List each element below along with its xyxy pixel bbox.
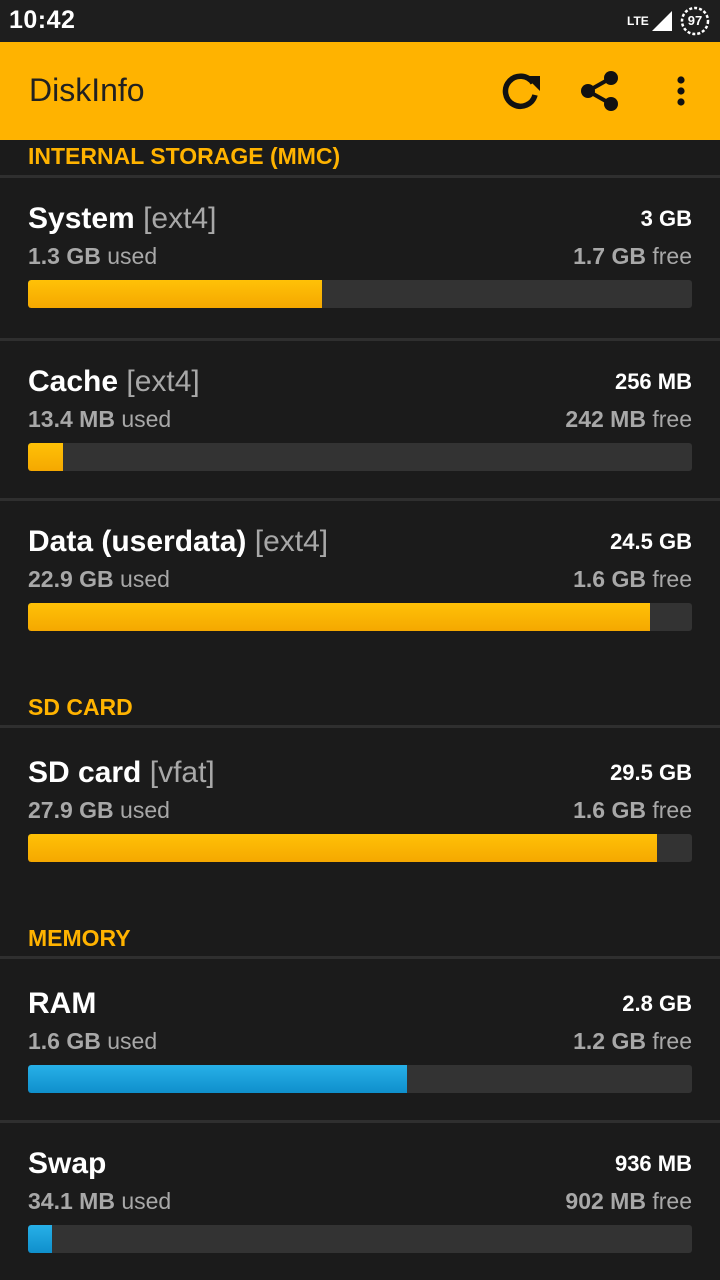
item-used: 1.3 GB used bbox=[28, 243, 158, 269]
item-used: 13.4 MB used bbox=[28, 406, 172, 432]
item-used: 22.9 GB used bbox=[28, 566, 170, 592]
app-title: DiskInfo bbox=[29, 72, 145, 108]
item-name: Swap bbox=[28, 1147, 107, 1180]
status-bar: 10:42 LTE 97 bbox=[0, 0, 720, 42]
item-filesystem: [ext4] bbox=[126, 365, 200, 398]
storage-item-data[interactable]: Data (userdata) [ext4] 24.5 GB 22.9 GB u… bbox=[0, 501, 720, 661]
item-name: Cache [ext4] bbox=[28, 365, 200, 398]
item-free: 902 MB free bbox=[565, 1188, 692, 1214]
usage-bar-fill bbox=[28, 1225, 52, 1253]
status-time: 10:42 bbox=[9, 6, 76, 34]
item-free: 1.7 GB free bbox=[573, 243, 692, 269]
item-name: SD card [vfat] bbox=[28, 756, 215, 789]
app-bar: DiskInfo bbox=[0, 42, 720, 140]
item-free: 1.6 GB free bbox=[573, 797, 692, 823]
overflow-menu-icon[interactable] bbox=[657, 67, 705, 115]
memory-item-swap[interactable]: Swap 936 MB 34.1 MB used 902 MB free bbox=[0, 1123, 720, 1280]
item-total-size: 256 MB bbox=[614, 369, 692, 394]
item-filesystem: [ext4] bbox=[143, 202, 217, 235]
usage-bar bbox=[28, 834, 692, 862]
item-used: 34.1 MB used bbox=[28, 1188, 172, 1214]
network-type-label: LTE bbox=[627, 14, 649, 28]
usage-bar bbox=[28, 1065, 692, 1093]
item-total-size: 936 MB bbox=[614, 1151, 692, 1176]
storage-item-system[interactable]: System [ext4] 3 GB 1.3 GB used 1.7 GB fr… bbox=[0, 178, 720, 338]
item-name: Data (userdata) [ext4] bbox=[28, 525, 329, 558]
item-name: System [ext4] bbox=[28, 202, 217, 235]
divider bbox=[0, 956, 720, 959]
share-icon[interactable] bbox=[576, 67, 624, 115]
usage-bar-fill bbox=[28, 443, 63, 471]
usage-bar-fill bbox=[28, 834, 657, 862]
usage-bar bbox=[28, 443, 692, 471]
section-title: INTERNAL STORAGE (MMC) bbox=[28, 143, 341, 169]
item-total-size: 24.5 GB bbox=[610, 529, 692, 554]
storage-item-sd-card[interactable]: SD card [vfat] 29.5 GB 27.9 GB used 1.6 … bbox=[0, 732, 720, 892]
usage-bar-fill bbox=[28, 280, 323, 308]
item-used: 27.9 GB used bbox=[28, 797, 170, 823]
usage-bar bbox=[28, 1225, 692, 1253]
item-filesystem: [ext4] bbox=[254, 525, 329, 558]
usage-bar bbox=[28, 603, 692, 631]
item-free: 1.6 GB free bbox=[573, 566, 692, 592]
refresh-icon[interactable] bbox=[496, 67, 544, 115]
usage-bar bbox=[28, 280, 692, 308]
item-used: 1.6 GB used bbox=[28, 1028, 158, 1054]
divider bbox=[0, 725, 720, 728]
memory-item-ram[interactable]: RAM 2.8 GB 1.6 GB used 1.2 GB free bbox=[0, 963, 720, 1123]
item-total-size: 2.8 GB bbox=[622, 991, 692, 1016]
signal-icon bbox=[652, 11, 672, 31]
storage-item-cache[interactable]: Cache [ext4] 256 MB 13.4 MB used 242 MB … bbox=[0, 341, 720, 501]
item-name: RAM bbox=[28, 987, 97, 1020]
usage-bar-fill bbox=[28, 603, 651, 631]
item-filesystem: [vfat] bbox=[149, 756, 215, 789]
item-free: 1.2 GB free bbox=[573, 1028, 692, 1054]
usage-bar-fill bbox=[28, 1065, 408, 1093]
section-title: MEMORY bbox=[28, 925, 131, 951]
battery-level: 97 bbox=[687, 13, 703, 28]
item-free: 242 MB free bbox=[565, 406, 692, 432]
item-total-size: 29.5 GB bbox=[610, 760, 692, 785]
item-total-size: 3 GB bbox=[640, 206, 692, 231]
section-title: SD CARD bbox=[28, 694, 133, 720]
